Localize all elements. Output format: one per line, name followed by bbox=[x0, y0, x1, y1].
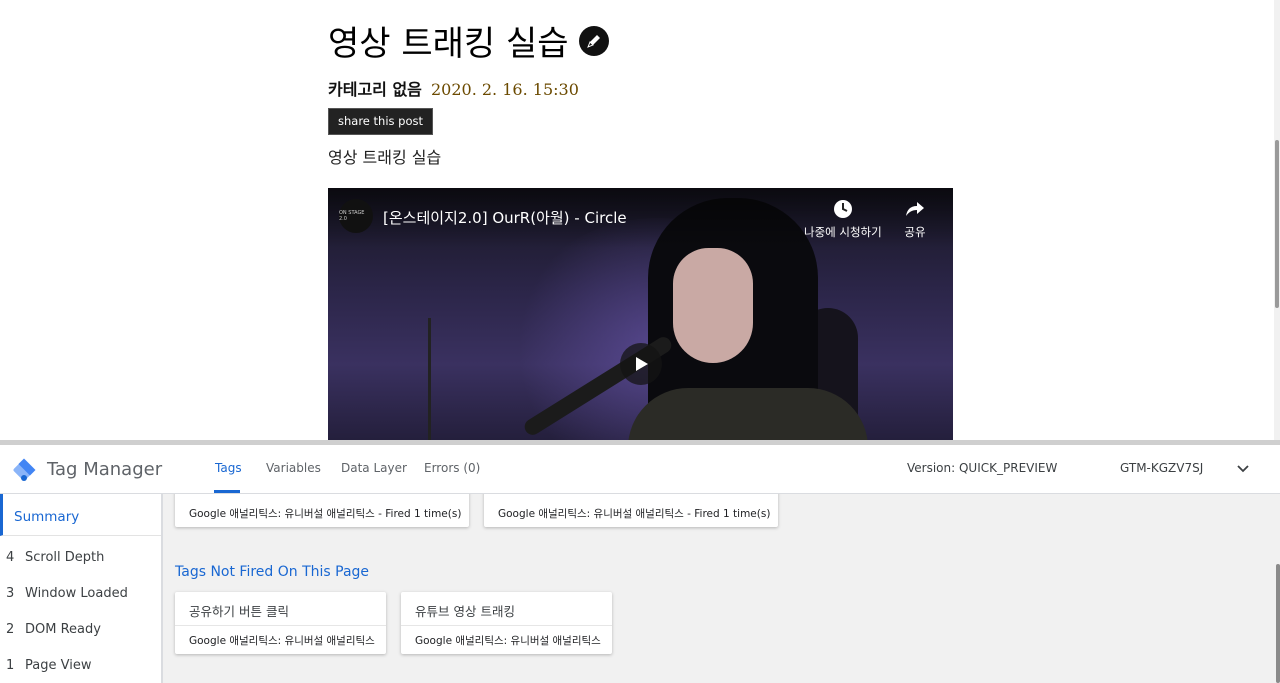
event-label: Scroll Depth bbox=[25, 550, 105, 565]
tags-not-fired-heading: Tags Not Fired On This Page bbox=[175, 564, 370, 580]
share-arrow-icon bbox=[906, 202, 924, 216]
card-divider bbox=[401, 625, 612, 626]
gtm-brand-name: Tag Manager bbox=[47, 459, 163, 480]
tag-type: Google 애널리틱스: 유니버설 애널리틱스 bbox=[415, 635, 601, 647]
video-singer-face bbox=[673, 248, 753, 363]
page-scrollbar[interactable] bbox=[1274, 0, 1280, 440]
page-scrollbar-thumb[interactable] bbox=[1275, 140, 1279, 308]
video-share-button[interactable]: 공유 bbox=[904, 198, 926, 240]
tag-manager-logo-icon bbox=[13, 458, 36, 481]
fired-tag-card[interactable]: Google 애널리틱스: 유니버설 애널리틱스 - Fired 1 time(… bbox=[484, 494, 778, 527]
fired-tag-card[interactable]: Google 애널리틱스: 유니버설 애널리틱스 - Fired 1 time(… bbox=[175, 494, 469, 527]
event-number: 3 bbox=[6, 586, 15, 601]
post-title-text: 영상 트래킹 실습 bbox=[328, 24, 569, 64]
active-tab-indicator bbox=[214, 490, 240, 493]
sidebar-item-window-loaded[interactable]: 3 Window Loaded bbox=[0, 577, 161, 611]
tab-data-layer[interactable]: Data Layer bbox=[341, 461, 407, 475]
event-number: 4 bbox=[6, 550, 15, 565]
not-fired-tag-card[interactable]: 유튜브 영상 트래킹 Google 애널리틱스: 유니버설 애널리틱스 bbox=[401, 592, 612, 654]
sidebar-item-page-view[interactable]: 1 Page View bbox=[0, 649, 161, 683]
event-label: Window Loaded bbox=[25, 586, 128, 601]
watch-later-button[interactable]: 나중에 시청하기 bbox=[804, 198, 882, 240]
post-date: 2020. 2. 16. 15:30 bbox=[430, 80, 579, 99]
card-divider bbox=[175, 625, 386, 626]
summary-label: Summary bbox=[14, 509, 80, 525]
tab-variables[interactable]: Variables bbox=[266, 461, 321, 475]
event-label: Page View bbox=[25, 658, 92, 673]
tag-manager-debug-panel: Tag Manager Tags Variables Data Layer Er… bbox=[0, 440, 1280, 683]
sidebar-item-summary[interactable]: Summary bbox=[0, 494, 161, 536]
blog-page: 영상 트래킹 실습 카테고리 없음 2020. 2. 16. 15:30 sha… bbox=[0, 0, 1280, 440]
event-label: DOM Ready bbox=[25, 622, 101, 637]
pencil-icon bbox=[578, 25, 609, 56]
watch-later-label: 나중에 시청하기 bbox=[804, 225, 882, 239]
container-id: GTM-KGZV7SJ bbox=[1120, 461, 1204, 475]
clock-icon bbox=[833, 200, 852, 218]
tag-name: 유튜브 영상 트래킹 bbox=[415, 604, 515, 619]
panel-scrollbar-thumb[interactable] bbox=[1276, 564, 1280, 683]
not-fired-tag-card[interactable]: 공유하기 버튼 클릭 Google 애널리틱스: 유니버설 애널리틱스 bbox=[175, 592, 386, 654]
channel-logo[interactable]: ON STAGE 2.0 bbox=[339, 199, 373, 233]
fired-tag-subtitle: Google 애널리틱스: 유니버설 애널리틱스 - Fired 1 time(… bbox=[498, 508, 771, 520]
tab-tags[interactable]: Tags bbox=[215, 461, 242, 475]
play-button[interactable] bbox=[620, 343, 662, 385]
chevron-down-icon[interactable] bbox=[1236, 464, 1250, 474]
post-category[interactable]: 카테고리 없음 bbox=[328, 80, 422, 99]
post-meta: 카테고리 없음 2020. 2. 16. 15:30 bbox=[328, 76, 579, 100]
youtube-video-player[interactable]: ON STAGE 2.0 [온스테이지2.0] OurR(아월) - Circl… bbox=[328, 188, 953, 440]
tag-type: Google 애널리틱스: 유니버설 애널리틱스 bbox=[189, 635, 375, 647]
event-number: 2 bbox=[6, 622, 15, 637]
sidebar-item-dom-ready[interactable]: 2 DOM Ready bbox=[0, 613, 161, 647]
post-title: 영상 트래킹 실습 bbox=[328, 16, 609, 65]
tags-summary-content: Google 애널리틱스: 유니버설 애널리틱스 - Fired 1 time(… bbox=[163, 494, 1274, 683]
version-label: Version: QUICK_PREVIEW bbox=[907, 461, 1058, 475]
video-title[interactable]: [온스테이지2.0] OurR(아월) - Circle bbox=[383, 207, 627, 228]
tab-errors[interactable]: Errors (0) bbox=[424, 461, 480, 475]
video-singer-body bbox=[628, 388, 868, 440]
share-post-button[interactable]: share this post bbox=[328, 108, 434, 135]
event-timeline-sidebar: Summary 4 Scroll Depth 3 Window Loaded 2… bbox=[0, 494, 163, 683]
sidebar-item-scroll-depth[interactable]: 4 Scroll Depth bbox=[0, 541, 161, 575]
play-icon bbox=[636, 357, 648, 371]
channel-logo-text: ON STAGE 2.0 bbox=[339, 210, 365, 222]
gtm-header: Tag Manager Tags Variables Data Layer Er… bbox=[0, 445, 1280, 494]
fired-tag-subtitle: Google 애널리틱스: 유니버설 애널리틱스 - Fired 1 time(… bbox=[189, 508, 462, 520]
tag-name: 공유하기 버튼 클릭 bbox=[189, 604, 289, 619]
post-body-text: 영상 트래킹 실습 bbox=[328, 148, 442, 167]
video-mic-stand bbox=[428, 318, 431, 440]
event-number: 1 bbox=[6, 658, 15, 673]
video-share-label: 공유 bbox=[904, 225, 926, 239]
